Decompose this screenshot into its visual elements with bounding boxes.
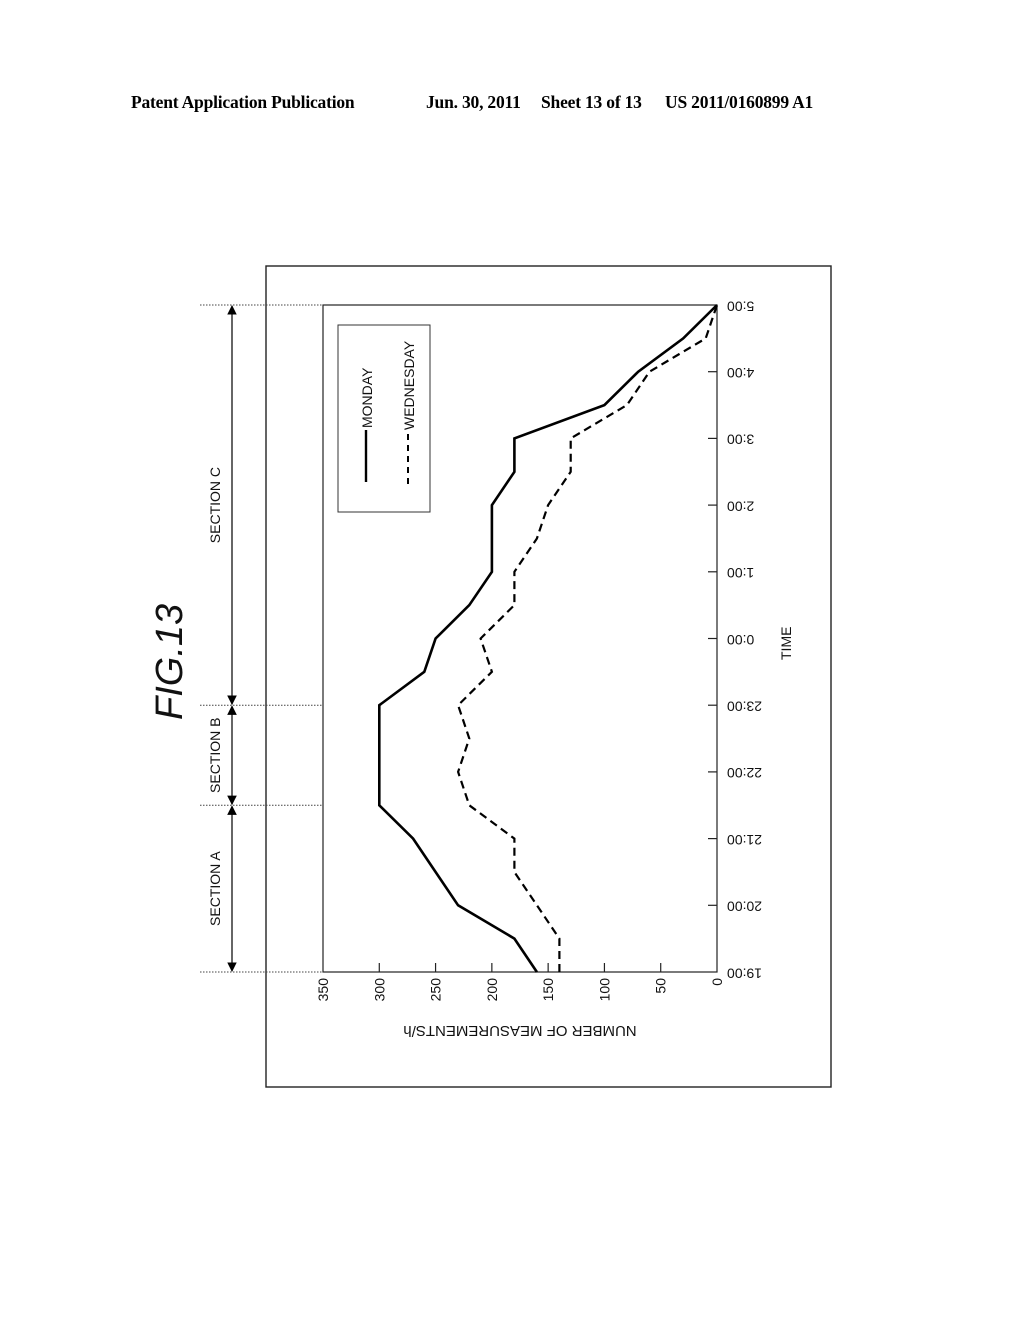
- legend: MONDAY WEDNESDAY: [337, 324, 431, 513]
- legend-monday-label: MONDAY: [359, 367, 375, 428]
- time-tick-label: 21:00: [727, 832, 762, 848]
- time-tick-label: 19:00: [727, 965, 762, 981]
- time-tick-label: 3:00: [727, 432, 754, 448]
- section-label: SECTION C: [207, 467, 223, 543]
- time-tick-label: 4:00: [727, 365, 754, 381]
- value-tick-label: 150: [540, 978, 556, 1002]
- time-tick-label: 2:00: [727, 498, 754, 514]
- time-tick-label: 1:00: [727, 565, 754, 581]
- value-tick-label: 350: [315, 978, 331, 1002]
- time-axis-ticks: 19:00 20:00 21:00 22:00 23:00 0:00 1:00 2:00 3:0…: [708, 298, 762, 981]
- section-label: SECTION B: [207, 717, 223, 792]
- series-line-wednesday: [456, 304, 719, 972]
- time-tick-label: 5:00: [727, 298, 754, 314]
- value-tick-label: 250: [428, 978, 444, 1002]
- value-tick-label: 50: [653, 978, 669, 994]
- value-tick-label: 300: [371, 978, 387, 1002]
- legend-wednesday-label: WEDNESDAY: [401, 340, 417, 430]
- time-tick-label: 20:00: [727, 899, 762, 915]
- section-label: SECTION A: [207, 851, 223, 926]
- value-tick-label: 200: [484, 978, 500, 1002]
- x-axis-title: TIME: [778, 627, 794, 660]
- value-tick-label: 100: [596, 978, 612, 1002]
- figure-label: FIG.13: [149, 604, 191, 720]
- time-tick-label: 23:00: [727, 698, 762, 714]
- figure-13-chart: SECTION A SECTION B SECTION C 19:00 20:00 21…: [149, 265, 832, 1088]
- value-axis-ticks: 0 50 100 150 200 250 300 350: [315, 963, 725, 1001]
- y-axis-title: NUMBER OF MEASUREMENTS/h: [403, 1022, 636, 1039]
- section-markers: SECTION A SECTION B SECTION C: [200, 304, 323, 973]
- value-tick-label: 0: [709, 978, 725, 986]
- time-tick-label: 22:00: [727, 765, 762, 781]
- time-tick-label: 0:00: [727, 632, 754, 648]
